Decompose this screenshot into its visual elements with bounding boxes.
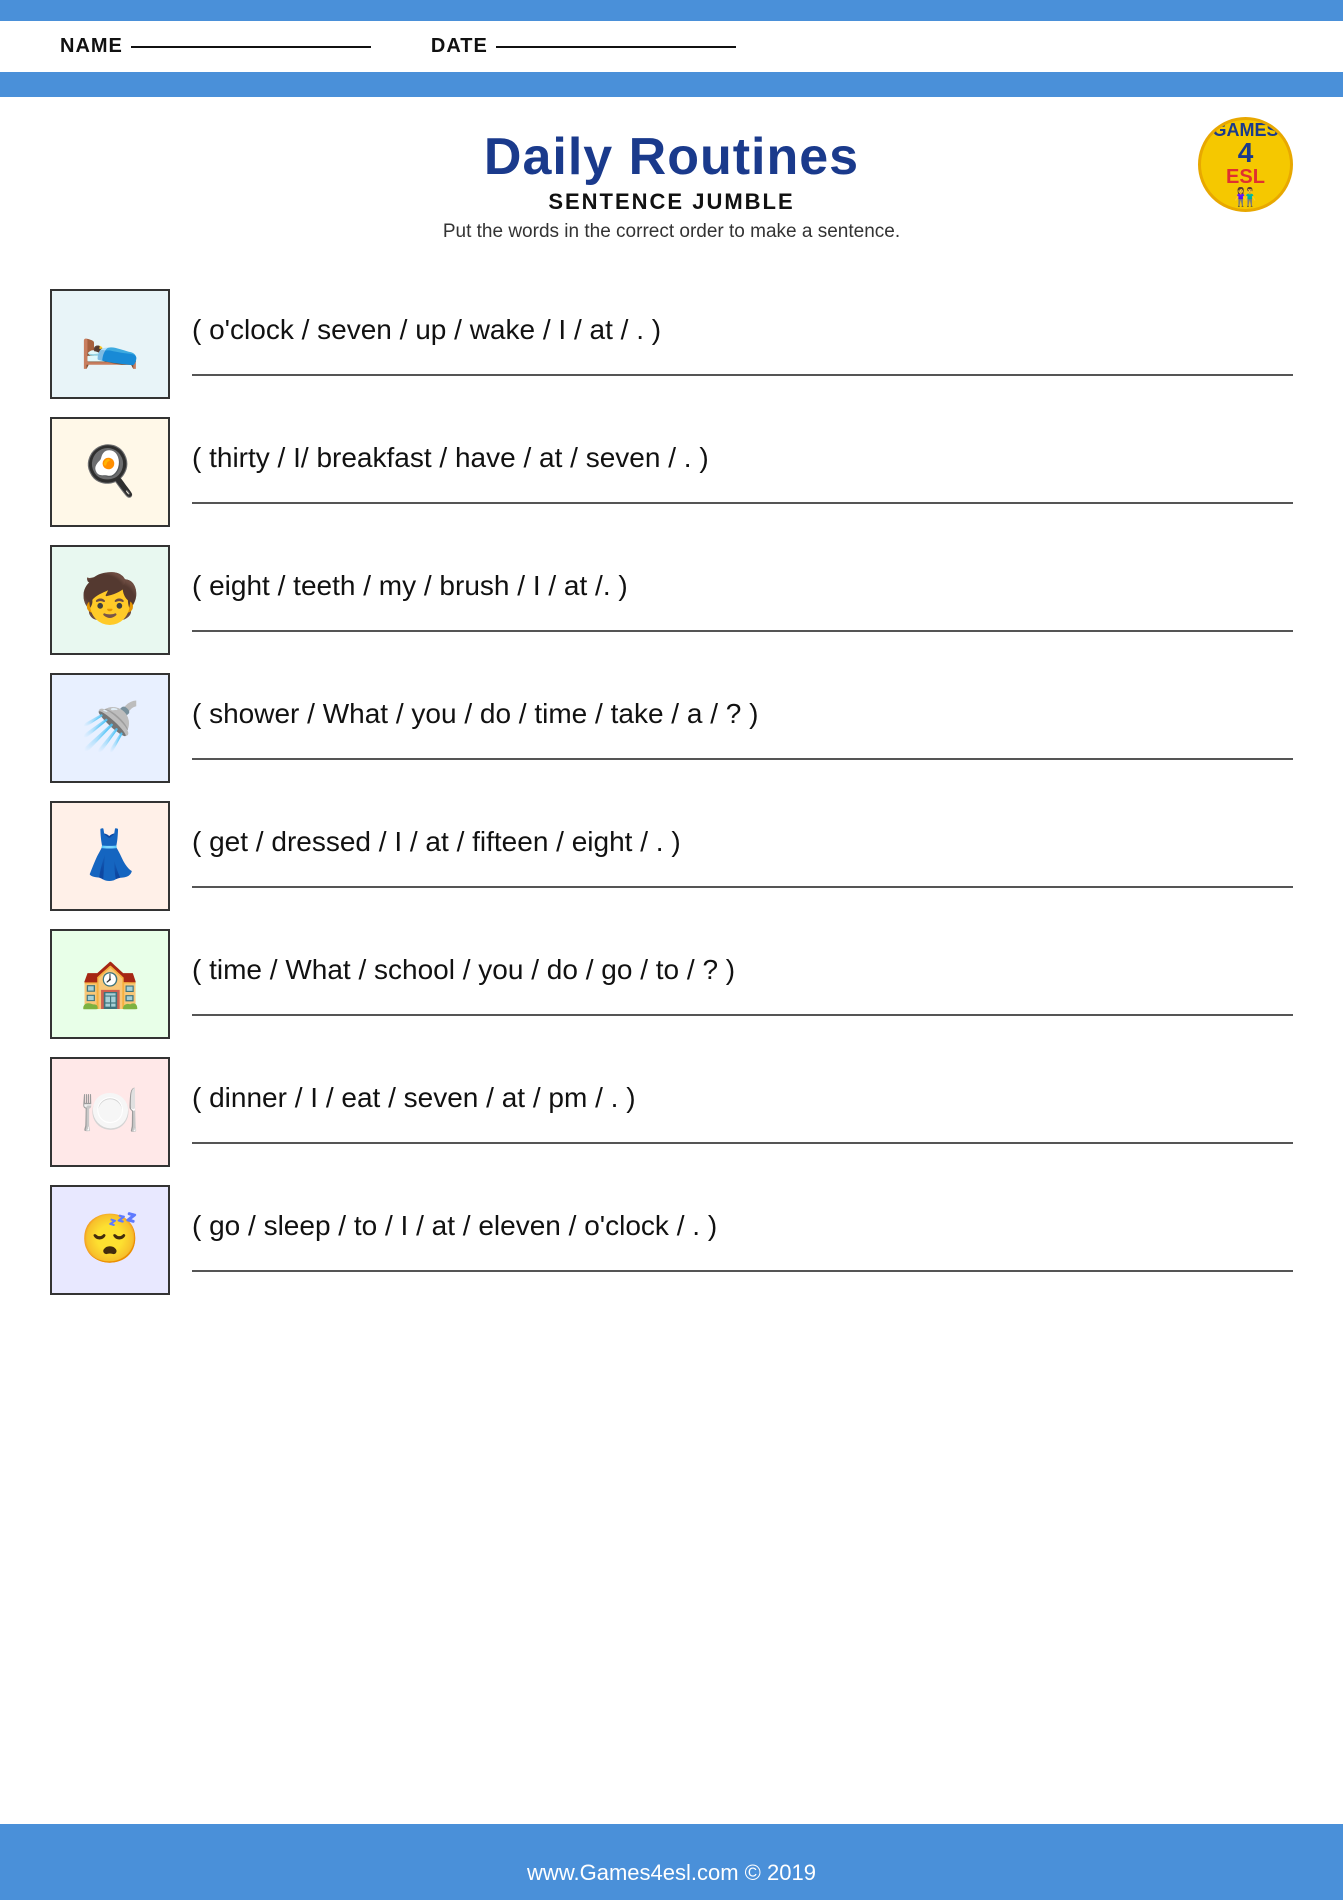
logo-4: 4 (1238, 139, 1254, 167)
name-date-bar: NAME DATE (0, 18, 1343, 75)
sentence-content-4: ( shower / What / you / do / time / take… (192, 696, 1293, 760)
sentence-icon-4: 🚿 (80, 704, 140, 752)
image-box-7: 🍽️ (50, 1057, 170, 1167)
sentence-text-3: ( eight / teeth / my / brush / I / at /.… (192, 568, 1293, 604)
sentence-content-5: ( get / dressed / I / at / fifteen / eig… (192, 824, 1293, 888)
image-box-1: 🛌 (50, 289, 170, 399)
sentence-content-3: ( eight / teeth / my / brush / I / at /.… (192, 568, 1293, 632)
sentence-content-1: ( o'clock / seven / up / wake / I / at /… (192, 312, 1293, 376)
answer-line-7[interactable] (192, 1134, 1293, 1144)
sentence-icon-1: 🛌 (80, 320, 140, 368)
sentence-text-8: ( go / sleep / to / I / at / eleven / o'… (192, 1208, 1293, 1244)
sentence-item: 👗 ( get / dressed / I / at / fifteen / ei… (50, 783, 1293, 911)
sentence-icon-3: 🧒 (80, 576, 140, 624)
sentence-content-7: ( dinner / I / eat / seven / at / pm / .… (192, 1080, 1293, 1144)
sentence-item: 🍳 ( thirty / I/ breakfast / have / at / s… (50, 399, 1293, 527)
image-box-6: 🏫 (50, 929, 170, 1039)
image-box-2: 🍳 (50, 417, 170, 527)
top-bar (0, 0, 1343, 18)
image-box-8: 😴 (50, 1185, 170, 1295)
sentence-item: 🏫 ( time / What / school / you / do / go … (50, 911, 1293, 1039)
instructions: Put the words in the correct order to ma… (50, 221, 1293, 243)
sentence-icon-7: 🍽️ (80, 1088, 140, 1136)
sentence-item: 🍽️ ( dinner / I / eat / seven / at / pm /… (50, 1039, 1293, 1167)
sentence-icon-8: 😴 (80, 1216, 140, 1264)
main-title: Daily Routines (50, 127, 1293, 187)
logo-esl: ESL (1226, 167, 1265, 187)
sentence-list: 🛌 ( o'clock / seven / up / wake / I / at … (50, 271, 1293, 1295)
footer-blue-bar (0, 1824, 1343, 1846)
sentence-content-8: ( go / sleep / to / I / at / eleven / o'… (192, 1208, 1293, 1272)
answer-line-8[interactable] (192, 1262, 1293, 1272)
sentence-item: 😴 ( go / sleep / to / I / at / eleven / o… (50, 1167, 1293, 1295)
sentence-text-1: ( o'clock / seven / up / wake / I / at /… (192, 312, 1293, 348)
main-content: GAMES 4 ESL 👫 Daily Routines SENTENCE JU… (0, 97, 1343, 1824)
date-line (496, 46, 736, 48)
sentence-text-2: ( thirty / I/ breakfast / have / at / se… (192, 440, 1293, 476)
sentence-content-2: ( thirty / I/ breakfast / have / at / se… (192, 440, 1293, 504)
subtitle: SENTENCE JUMBLE (50, 189, 1293, 215)
image-box-3: 🧒 (50, 545, 170, 655)
footer-bar: www.Games4esl.com © 2019 (0, 1846, 1343, 1900)
image-box-5: 👗 (50, 801, 170, 911)
sentence-text-7: ( dinner / I / eat / seven / at / pm / .… (192, 1080, 1293, 1116)
answer-line-2[interactable] (192, 494, 1293, 504)
sentence-item: 🚿 ( shower / What / you / do / time / tak… (50, 655, 1293, 783)
sentence-text-4: ( shower / What / you / do / time / take… (192, 696, 1293, 732)
footer-text: www.Games4esl.com © 2019 (527, 1860, 816, 1885)
answer-line-4[interactable] (192, 750, 1293, 760)
name-line (131, 46, 371, 48)
sentence-icon-2: 🍳 (80, 448, 140, 496)
image-box-4: 🚿 (50, 673, 170, 783)
answer-line-5[interactable] (192, 878, 1293, 888)
sentence-text-5: ( get / dressed / I / at / fifteen / eig… (192, 824, 1293, 860)
answer-line-3[interactable] (192, 622, 1293, 632)
header-section: GAMES 4 ESL 👫 Daily Routines SENTENCE JU… (50, 117, 1293, 261)
name-label: NAME (60, 35, 123, 58)
logo: GAMES 4 ESL 👫 (1198, 117, 1293, 212)
answer-line-6[interactable] (192, 1006, 1293, 1016)
sentence-content-6: ( time / What / school / you / do / go /… (192, 952, 1293, 1016)
sentence-icon-5: 👗 (80, 832, 140, 880)
answer-line-1[interactable] (192, 366, 1293, 376)
date-label: DATE (431, 35, 488, 58)
sentence-item: 🛌 ( o'clock / seven / up / wake / I / at … (50, 271, 1293, 399)
header-blue-bar (0, 75, 1343, 97)
sentence-text-6: ( time / What / school / you / do / go /… (192, 952, 1293, 988)
sentence-icon-6: 🏫 (80, 960, 140, 1008)
sentence-item: 🧒 ( eight / teeth / my / brush / I / at /… (50, 527, 1293, 655)
